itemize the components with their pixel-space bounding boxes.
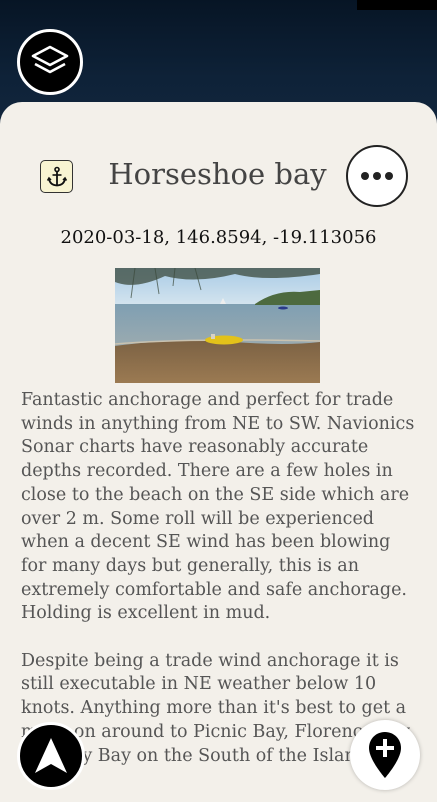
title-row: Horseshoe bay — [0, 145, 437, 209]
date-coordinates: 2020-03-18, 146.8594, -19.113056 — [60, 227, 377, 248]
more-dot — [385, 172, 393, 180]
place-detail-sheet: Horseshoe bay 2020-03-18, 146.8594, -19.… — [0, 102, 437, 802]
more-dots-icon — [361, 172, 369, 180]
map-corner-overlay — [357, 0, 437, 10]
beach-photo-image — [115, 268, 320, 383]
navigation-arrow-icon — [35, 738, 67, 773]
add-pin-icon — [369, 732, 401, 778]
place-title: Horseshoe bay — [108, 157, 327, 191]
add-pin-button[interactable] — [350, 720, 420, 790]
layers-icon — [31, 45, 69, 74]
place-photo[interactable] — [115, 268, 320, 383]
anchor-icon — [46, 166, 67, 186]
navigate-button[interactable] — [17, 722, 85, 790]
layers-button[interactable] — [17, 29, 83, 95]
place-type-badge — [40, 160, 73, 193]
description-paragraph: Fantastic anchorage and perfect for trad… — [21, 390, 415, 624]
more-options-button[interactable] — [346, 145, 408, 207]
more-dot — [373, 172, 381, 180]
